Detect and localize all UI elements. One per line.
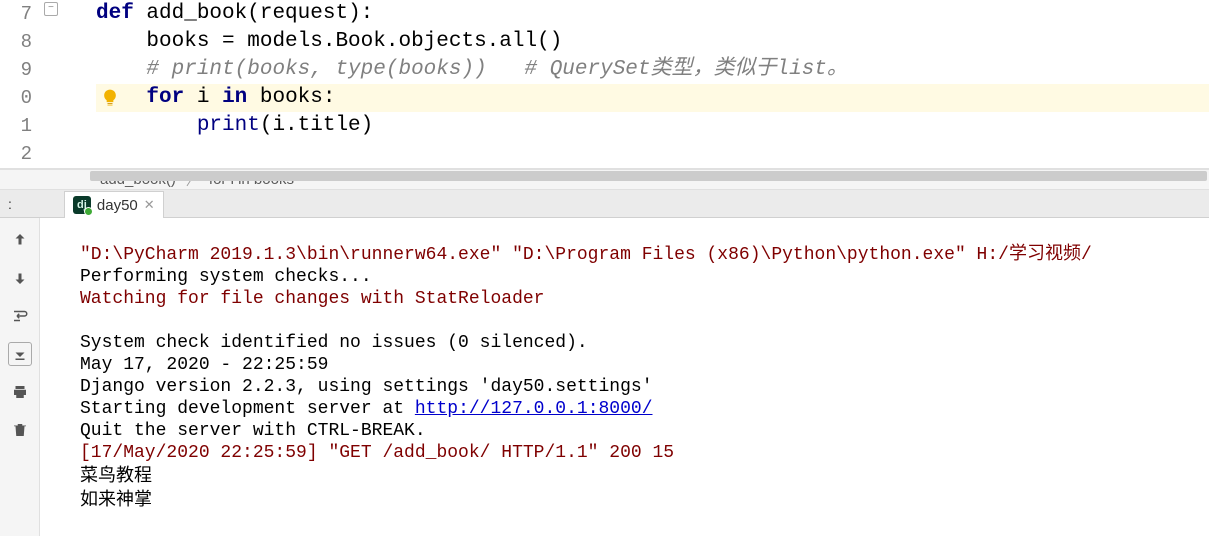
django-icon: dj [73,196,91,214]
console-toolbar [0,218,40,536]
server-url-link[interactable]: http://127.0.0.1:8000/ [415,399,653,419]
panel-label: : [4,196,16,212]
code-line: def add_book(request): [96,0,1209,28]
trash-icon[interactable] [8,418,32,442]
up-arrow-icon[interactable] [8,228,32,252]
soft-wrap-icon[interactable] [8,304,32,328]
run-panel-header: : dj day50 ✕ [0,190,1209,218]
code-line: books = models.Book.objects.all() [96,28,1209,56]
bulb-icon[interactable] [100,88,120,108]
scroll-thumb[interactable] [90,171,1207,181]
code-content[interactable]: def add_book(request): books = models.Bo… [40,0,1209,168]
fold-marker[interactable]: − [44,2,58,16]
code-line-current: for i in books: [96,84,1209,112]
tab-label: day50 [97,197,138,214]
run-tab[interactable]: dj day50 ✕ [64,191,164,218]
console-output[interactable]: "D:\PyCharm 2019.1.3\bin\runnerw64.exe" … [40,218,1209,536]
close-icon[interactable]: ✕ [144,197,155,213]
horizontal-scrollbar[interactable] [0,168,1209,169]
print-icon[interactable] [8,380,32,404]
down-arrow-icon[interactable] [8,266,32,290]
code-line [96,140,1209,168]
line-gutter: 7 8 9 0 1 2 [0,0,40,168]
code-line: print(i.title) [96,112,1209,140]
code-line: # print(books, type(books)) # QuerySet类型… [96,56,1209,84]
scroll-to-end-icon[interactable] [8,342,32,366]
code-editor[interactable]: 7 8 9 0 1 2 − def add_book(request): boo… [0,0,1209,168]
